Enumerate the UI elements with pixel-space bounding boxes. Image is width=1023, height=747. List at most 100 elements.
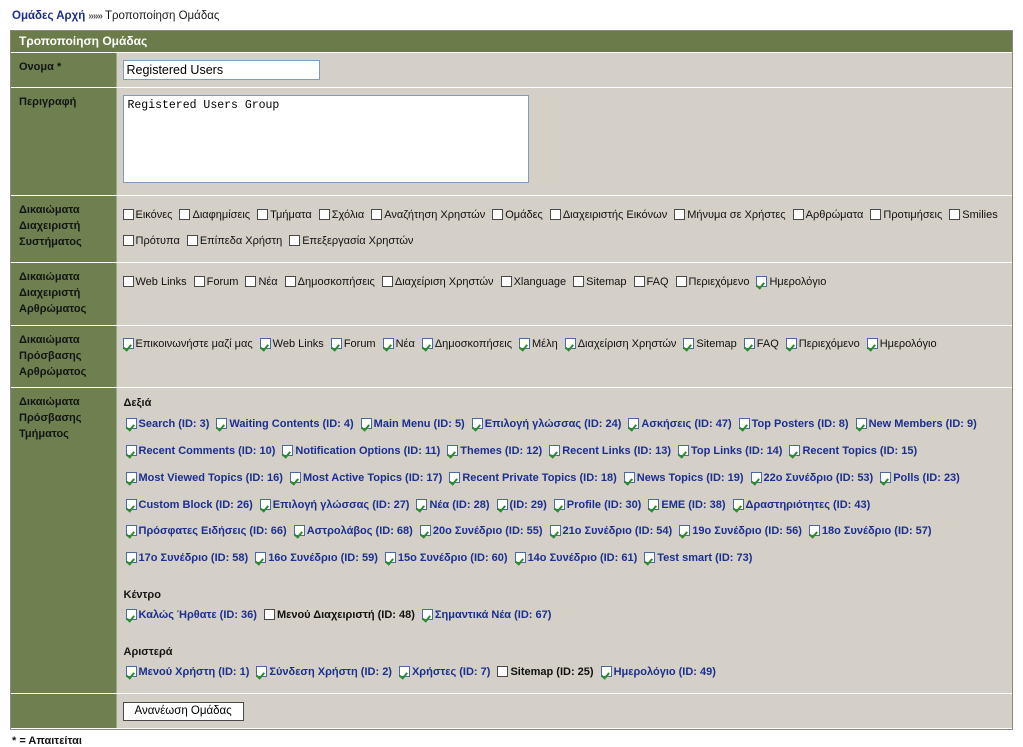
- block-right-item[interactable]: Recent Topics (ID: 15): [789, 442, 917, 460]
- block-right-item[interactable]: Recent Comments (ID: 10): [125, 442, 275, 460]
- block-right-item[interactable]: 21ο Συνέδριο (ID: 54): [549, 522, 672, 540]
- checkbox-checked-icon[interactable]: [382, 338, 394, 350]
- checkbox-unchecked-icon[interactable]: [245, 275, 257, 287]
- checkbox-unchecked-icon[interactable]: [549, 208, 561, 220]
- module-access-item[interactable]: Δημοσκοπήσεις: [421, 336, 512, 354]
- block-right-item[interactable]: 15ο Συνέδριο (ID: 60): [384, 549, 508, 567]
- module-admin-item[interactable]: Web Links: [122, 274, 187, 292]
- checkbox-checked-icon[interactable]: [125, 417, 137, 429]
- checkbox-checked-icon[interactable]: [125, 552, 137, 564]
- block-right-item[interactable]: Πρόσφατες Ειδήσεις (ID: 66): [125, 522, 287, 540]
- checkbox-checked-icon[interactable]: [384, 552, 396, 564]
- checkbox-checked-icon[interactable]: [756, 275, 768, 287]
- checkbox-checked-icon[interactable]: [732, 498, 744, 510]
- module-admin-item[interactable]: Περιεχόμενο: [675, 274, 749, 292]
- checkbox-checked-icon[interactable]: [416, 498, 428, 510]
- module-access-item[interactable]: Περιεχόμενο: [785, 336, 860, 354]
- system-admin-item[interactable]: Πρότυπα: [122, 233, 180, 251]
- module-access-item[interactable]: FAQ: [743, 336, 779, 354]
- block-right-item[interactable]: Search (ID: 3): [125, 415, 209, 433]
- block-right-item[interactable]: News Topics (ID: 19): [623, 469, 744, 487]
- block-right-item[interactable]: Custom Block (ID: 26): [125, 496, 253, 514]
- system-admin-item[interactable]: Σχόλια: [318, 207, 364, 225]
- block-right-item[interactable]: Most Viewed Topics (ID: 16): [125, 469, 283, 487]
- checkbox-unchecked-icon[interactable]: [500, 275, 512, 287]
- update-group-button[interactable]: Ανανέωση Ομάδας: [122, 702, 244, 722]
- block-right-item[interactable]: Επιλογή γλώσσας (ID: 24): [471, 415, 621, 433]
- block-right-item[interactable]: 22ο Συνέδριο (ID: 53): [750, 469, 873, 487]
- checkbox-unchecked-icon[interactable]: [122, 275, 134, 287]
- group-description-textarea[interactable]: Registered Users Group: [122, 95, 529, 183]
- checkbox-checked-icon[interactable]: [743, 338, 755, 350]
- checkbox-unchecked-icon[interactable]: [318, 208, 330, 220]
- system-admin-item[interactable]: Επίπεδα Χρήστη: [186, 233, 282, 251]
- block-right-item[interactable]: Test smart (ID: 73): [644, 549, 752, 567]
- system-admin-item[interactable]: Αρθρώματα: [792, 207, 863, 225]
- block-right-item[interactable]: Recent Links (ID: 13): [549, 442, 671, 460]
- checkbox-checked-icon[interactable]: [125, 666, 137, 678]
- checkbox-checked-icon[interactable]: [293, 525, 305, 537]
- block-right-item[interactable]: Recent Private Topics (ID: 18): [449, 469, 617, 487]
- checkbox-checked-icon[interactable]: [125, 525, 137, 537]
- checkbox-unchecked-icon[interactable]: [573, 275, 585, 287]
- block-right-item[interactable]: Δραστηριότητες (ID: 43): [732, 496, 870, 514]
- checkbox-checked-icon[interactable]: [648, 498, 660, 510]
- breadcrumb-home-link[interactable]: Ομάδες Αρχή: [12, 10, 85, 22]
- checkbox-checked-icon[interactable]: [880, 471, 892, 483]
- system-admin-item[interactable]: Προτιμήσεις: [870, 207, 942, 225]
- checkbox-checked-icon[interactable]: [398, 666, 410, 678]
- checkbox-checked-icon[interactable]: [644, 552, 656, 564]
- checkbox-checked-icon[interactable]: [519, 338, 530, 350]
- checkbox-checked-icon[interactable]: [678, 444, 689, 456]
- checkbox-checked-icon[interactable]: [122, 338, 134, 350]
- checkbox-checked-icon[interactable]: [360, 417, 372, 429]
- checkbox-checked-icon[interactable]: [421, 609, 433, 621]
- checkbox-unchecked-icon[interactable]: [381, 275, 393, 287]
- block-right-item[interactable]: Επιλογή γλώσσας (ID: 27): [259, 496, 409, 514]
- block-right-item[interactable]: Themes (ID: 12): [447, 442, 542, 460]
- block-right-item[interactable]: Profile (ID: 30): [553, 496, 641, 514]
- checkbox-checked-icon[interactable]: [623, 471, 635, 483]
- checkbox-checked-icon[interactable]: [750, 471, 762, 483]
- block-center-item[interactable]: Μενού Διαχειριστή (ID: 48): [263, 606, 415, 624]
- block-right-item[interactable]: Waiting Contents (ID: 4): [216, 415, 354, 433]
- system-admin-item[interactable]: Διαχειριστής Εικόνων: [549, 207, 667, 225]
- checkbox-checked-icon[interactable]: [683, 338, 695, 350]
- checkbox-unchecked-icon[interactable]: [497, 666, 509, 678]
- system-admin-item[interactable]: Αναζήτηση Χρηστών: [371, 207, 485, 225]
- block-right-item[interactable]: New Members (ID: 9): [855, 415, 977, 433]
- checkbox-checked-icon[interactable]: [125, 609, 137, 621]
- checkbox-unchecked-icon[interactable]: [870, 208, 882, 220]
- module-admin-item[interactable]: Sitemap: [573, 274, 627, 292]
- module-admin-item[interactable]: Δημοσκοπήσεις: [284, 274, 375, 292]
- module-admin-item[interactable]: Xlanguage: [500, 274, 566, 292]
- block-right-item[interactable]: 16ο Συνέδριο (ID: 59): [255, 549, 378, 567]
- block-right-item[interactable]: Notification Options (ID: 11): [282, 442, 440, 460]
- checkbox-checked-icon[interactable]: [421, 338, 433, 350]
- module-access-item[interactable]: Forum: [330, 336, 376, 354]
- checkbox-checked-icon[interactable]: [514, 552, 526, 564]
- checkbox-checked-icon[interactable]: [553, 498, 565, 510]
- checkbox-unchecked-icon[interactable]: [186, 234, 198, 246]
- block-right-item[interactable]: 17ο Συνέδριο (ID: 58): [125, 549, 248, 567]
- module-access-item[interactable]: Διαχείριση Χρηστών: [564, 336, 676, 354]
- system-admin-item[interactable]: Επεξεργασία Χρηστών: [289, 233, 413, 251]
- system-admin-item[interactable]: Διαφημίσεις: [179, 207, 250, 225]
- checkbox-checked-icon[interactable]: [855, 417, 867, 429]
- checkbox-checked-icon[interactable]: [808, 525, 820, 537]
- checkbox-unchecked-icon[interactable]: [193, 275, 205, 287]
- block-center-item[interactable]: Καλώς Ήρθατε (ID: 36): [125, 606, 257, 624]
- block-right-item[interactable]: Αστρολάβος (ID: 68): [293, 522, 413, 540]
- block-right-item[interactable]: Most Active Topics (ID: 17): [289, 469, 442, 487]
- checkbox-checked-icon[interactable]: [496, 498, 508, 510]
- block-right-item[interactable]: EME (ID: 38): [648, 496, 726, 514]
- checkbox-checked-icon[interactable]: [447, 444, 459, 456]
- block-right-item[interactable]: 18ο Συνέδριο (ID: 57): [808, 522, 932, 540]
- module-admin-item[interactable]: FAQ: [633, 274, 669, 292]
- module-access-item[interactable]: Επικοινωνήστε μαζί μας: [122, 336, 253, 354]
- checkbox-checked-icon[interactable]: [679, 525, 691, 537]
- checkbox-checked-icon[interactable]: [259, 338, 271, 350]
- block-right-item[interactable]: Polls (ID: 23): [880, 469, 960, 487]
- checkbox-checked-icon[interactable]: [449, 471, 461, 483]
- checkbox-checked-icon[interactable]: [549, 444, 561, 456]
